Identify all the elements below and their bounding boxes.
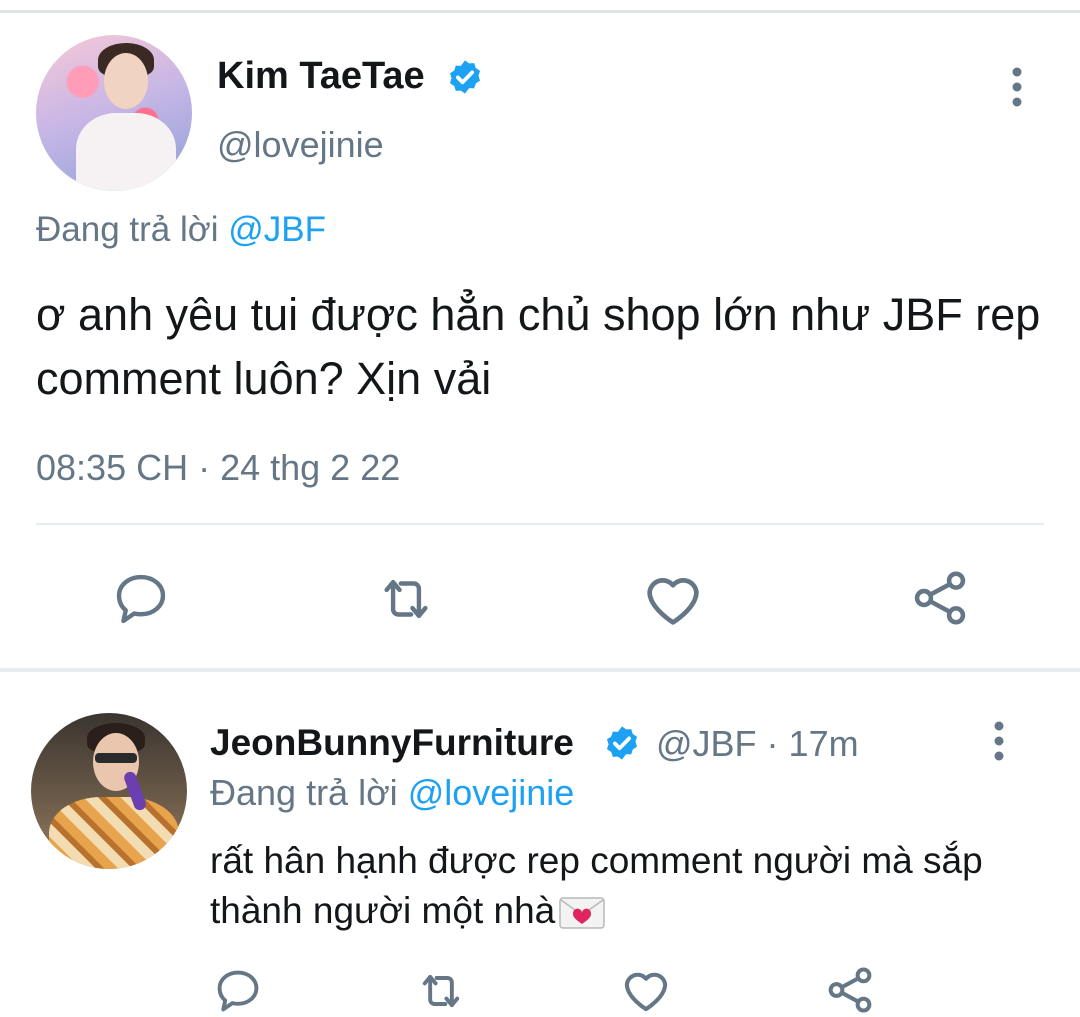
divider [36,523,1044,525]
tweet-meta: @JBF · 17m [656,723,859,765]
replying-to-mention[interactable]: @JBF [228,210,326,249]
reply-icon[interactable] [212,965,264,1017]
tweet-text: rất hân hạnh được rep comment người mà s… [210,836,1030,936]
replying-prefix: Đang trả lời [210,772,398,813]
retweet-icon[interactable] [373,568,439,630]
more-options-icon[interactable] [985,720,1013,762]
avatar[interactable] [31,713,187,869]
replying-to-mention[interactable]: @lovejinie [408,772,575,813]
replying-prefix: Đang trả lời [36,210,219,249]
tweet-separator [0,668,1080,672]
more-options-icon[interactable] [1003,66,1031,108]
replying-to-line: Đang trả lời @JBF [36,210,326,250]
tweet-text: ơ anh yêu tui được hẳn chủ shop lớn như … [36,289,1041,404]
like-icon[interactable] [640,566,706,632]
author-name[interactable]: Kim TaeTae [217,55,425,98]
share-icon[interactable] [908,566,972,630]
author-name[interactable]: JeonBunnyFurniture [210,722,574,764]
tweet-time-ago[interactable]: 17m [789,723,859,764]
love-letter-icon [559,897,605,929]
author-handle[interactable]: @lovejinie [217,124,384,166]
replying-to-line: Đang trả lời @lovejinie [210,772,574,814]
meta-separator: · [756,723,789,764]
verified-badge-icon [449,60,481,94]
top-divider [0,10,1080,13]
verified-badge-icon [606,726,638,760]
like-icon[interactable] [618,963,674,1017]
author-handle[interactable]: @JBF [656,723,757,764]
reply-icon[interactable] [110,568,172,630]
tweet-timestamp[interactable]: 08:35 CH · 24 thg 2 22 [36,447,400,489]
share-icon[interactable] [823,963,877,1017]
avatar[interactable] [36,35,192,191]
retweet-icon[interactable] [413,965,469,1017]
